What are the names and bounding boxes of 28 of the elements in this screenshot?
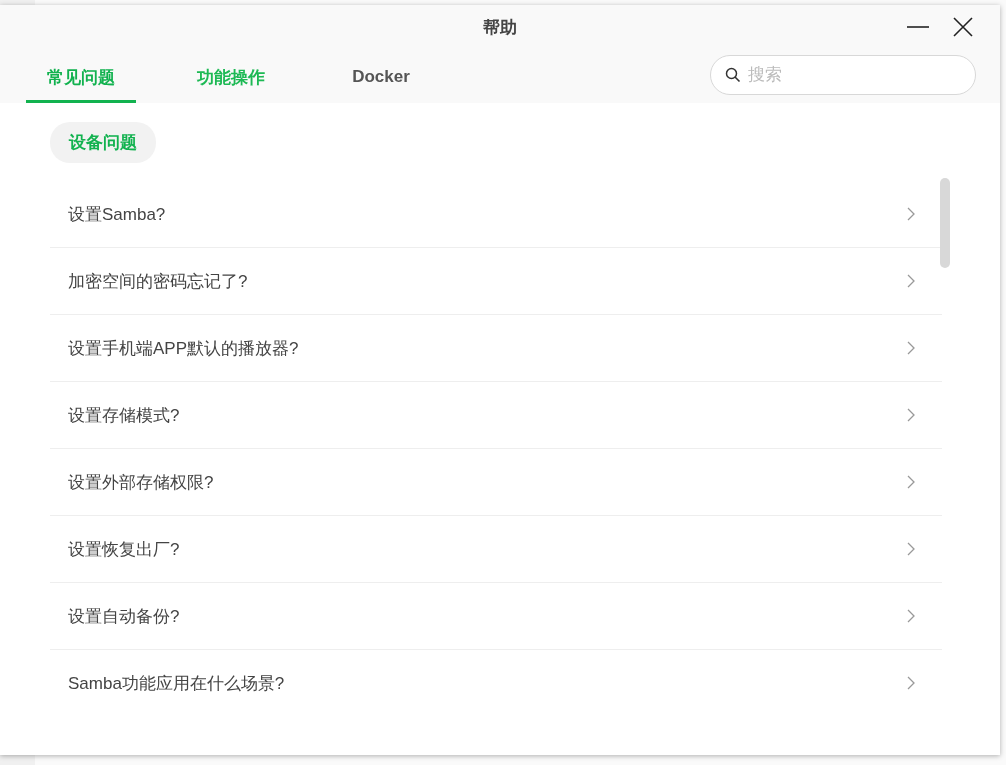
question-row[interactable]: 设置外部存储权限? [50, 449, 942, 516]
question-text: 加密空间的密码忘记了? [68, 270, 248, 293]
chevron-right-icon [906, 273, 916, 289]
question-row[interactable]: 设置自动备份? [50, 583, 942, 650]
scrollbar-thumb[interactable] [940, 178, 950, 268]
question-text: 设置Samba? [68, 203, 166, 226]
question-text: Samba功能应用在什么场景? [68, 672, 285, 695]
question-row[interactable]: 设置存储模式? [50, 382, 942, 449]
question-row[interactable]: Samba功能应用在什么场景? [50, 650, 942, 716]
question-row[interactable]: 加密空间的密码忘记了? [50, 248, 942, 315]
question-text: 设置外部存储权限? [68, 471, 214, 494]
chevron-right-icon [906, 474, 916, 490]
window-title: 帮助 [483, 17, 517, 39]
close-icon[interactable] [952, 16, 974, 38]
question-row[interactable]: 设置恢复出厂? [50, 516, 942, 583]
chevron-right-icon [906, 206, 916, 222]
search-field[interactable]: 搜索 [710, 55, 976, 95]
chevron-right-icon [906, 541, 916, 557]
question-row[interactable]: 设置手机端APP默认的播放器? [50, 315, 942, 382]
question-text: 设置存储模式? [68, 404, 180, 427]
tab[interactable]: Docker [326, 50, 436, 103]
chevron-right-icon [906, 407, 916, 423]
chevron-right-icon [906, 675, 916, 691]
question-text: 设置手机端APP默认的播放器? [68, 337, 299, 360]
chevron-right-icon [906, 340, 916, 356]
question-text: 设置恢复出厂? [68, 538, 180, 561]
question-text: 设置自动备份? [68, 605, 180, 628]
chevron-right-icon [906, 608, 916, 624]
